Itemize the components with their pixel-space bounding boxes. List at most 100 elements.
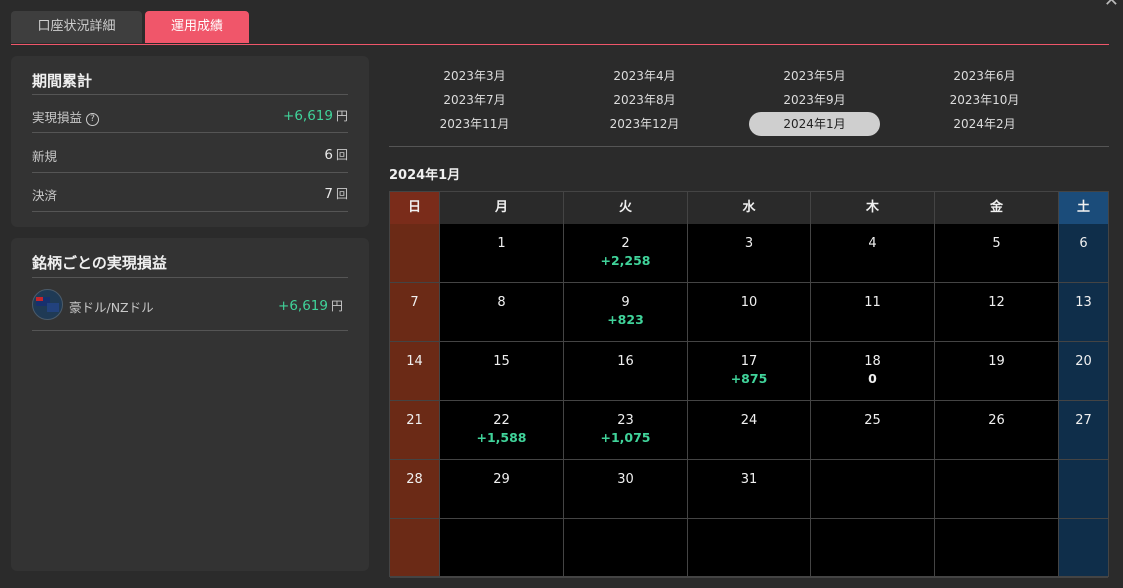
month-option[interactable]: 2023年8月	[579, 88, 710, 112]
weekday-monday: 月	[440, 192, 564, 224]
day-number: 3	[744, 236, 754, 251]
calendar-day-cell	[390, 224, 440, 283]
month-option[interactable]: 2023年7月	[409, 88, 540, 112]
calendar-day-cell: 4	[811, 224, 935, 283]
day-pnl: +823	[607, 312, 644, 327]
divider	[32, 211, 348, 212]
calendar-day-cell: 26	[935, 401, 1059, 460]
day-number: 4	[868, 236, 877, 251]
calendar-day-cell	[935, 460, 1059, 519]
day-number: 12	[988, 295, 1005, 310]
calendar-day-cell	[811, 519, 935, 578]
day-number: 14	[406, 354, 423, 369]
calendar-day-cell: 29	[440, 460, 564, 519]
calendar-day-cell: 1	[440, 224, 564, 283]
calendar-day-cell: 17 +875	[688, 342, 811, 401]
calendar-day-cell	[688, 519, 811, 578]
pnl-calendar: 日月火水木金土 1 2 +2,258 3 4 5 6 7 8 9 +823 10 11 12 13 14 15 16…	[389, 191, 1109, 578]
divider	[32, 277, 348, 278]
divider	[32, 132, 348, 133]
weekday-tuesday: 火	[564, 192, 688, 224]
realized-pnl-value: +6,619 円	[283, 108, 348, 124]
day-number: 15	[493, 354, 510, 369]
day-number: 1	[497, 236, 506, 251]
day-number: 27	[1075, 413, 1092, 428]
realized-pnl-label: 実現損益?	[32, 107, 100, 126]
calendar-day-cell: 21	[390, 401, 440, 460]
month-option[interactable]: 2024年1月	[749, 112, 880, 136]
calendar-day-cell: 14	[390, 342, 440, 401]
symbol-pnl-value: +6,619 円	[278, 298, 343, 314]
symbol-pnl-card: 銘柄ごとの実現損益 豪ドル/NZドル +6,619 円	[11, 238, 369, 571]
calendar-day-cell: 2 +2,258	[564, 224, 688, 283]
day-number: 2	[621, 236, 630, 251]
calendar-day-cell	[564, 519, 688, 578]
period-summary-title: 期間累計	[32, 72, 93, 90]
day-pnl: +1,588	[476, 430, 527, 445]
month-option[interactable]: 2023年3月	[409, 64, 540, 88]
day-number: 17	[740, 354, 758, 369]
calendar-day-cell: 9 +823	[564, 283, 688, 342]
period-summary-card: 期間累計 実現損益? +6,619 円 新規 6回 決済 7回	[11, 56, 369, 227]
divider	[389, 146, 1109, 147]
tab-account-details[interactable]: 口座状況詳細	[11, 11, 142, 43]
symbol-pnl-title: 銘柄ごとの実現損益	[32, 254, 167, 272]
calendar-day-cell: 16	[564, 342, 688, 401]
divider	[32, 94, 348, 95]
month-option[interactable]: 2024年2月	[919, 112, 1050, 136]
day-number: 24	[740, 413, 758, 428]
tab-performance[interactable]: 運用成績	[145, 11, 249, 43]
calendar-day-cell: 23 +1,075	[564, 401, 688, 460]
day-pnl: 0	[868, 371, 877, 386]
calendar-day-cell: 10	[688, 283, 811, 342]
day-pnl: +1,075	[600, 430, 651, 445]
month-option[interactable]: 2023年9月	[749, 88, 880, 112]
day-number: 31	[740, 472, 758, 487]
new-trades-value: 6回	[324, 147, 348, 163]
month-option[interactable]: 2023年12月	[579, 112, 710, 136]
help-icon[interactable]: ?	[86, 113, 100, 126]
aud-nzd-flag-icon	[32, 289, 63, 320]
day-number: 5	[992, 236, 1001, 251]
weekday-saturday: 土	[1059, 192, 1108, 224]
calendar-title: 2024年1月	[389, 168, 461, 183]
day-number: 6	[1079, 236, 1088, 251]
calendar-day-cell: 7	[390, 283, 440, 342]
day-number: 19	[988, 354, 1005, 369]
month-option[interactable]: 2023年10月	[919, 88, 1050, 112]
weekday-friday: 金	[935, 192, 1059, 224]
month-option[interactable]: 2023年6月	[919, 64, 1050, 88]
day-number: 30	[617, 472, 634, 487]
month-option[interactable]: 2023年5月	[749, 64, 880, 88]
calendar-day-cell: 28	[390, 460, 440, 519]
weekday-thursday: 木	[811, 192, 935, 224]
calendar-day-cell: 24	[688, 401, 811, 460]
day-pnl: +875	[730, 371, 768, 386]
settled-trades-label: 決済	[32, 188, 58, 203]
divider	[32, 172, 348, 173]
calendar-day-cell: 19	[935, 342, 1059, 401]
day-number: 25	[864, 413, 881, 428]
calendar-day-cell	[811, 460, 935, 519]
day-number: 16	[617, 354, 634, 369]
calendar-day-cell: 30	[564, 460, 688, 519]
day-number: 11	[864, 295, 881, 310]
month-option[interactable]: 2023年4月	[579, 64, 710, 88]
day-number: 13	[1075, 295, 1092, 310]
calendar-day-cell	[935, 519, 1059, 578]
symbol-name: 豪ドル/NZドル	[69, 300, 154, 315]
calendar-day-cell: 31	[688, 460, 811, 519]
new-trades-label: 新規	[32, 149, 58, 164]
day-number: 8	[497, 295, 506, 310]
tab-bar: 口座状況詳細 運用成績	[11, 11, 1109, 45]
calendar-day-cell: 8	[440, 283, 564, 342]
close-icon[interactable]: ✕	[1104, 0, 1119, 10]
calendar-day-cell	[1059, 460, 1108, 519]
calendar-day-cell: 15	[440, 342, 564, 401]
calendar-day-cell: 12	[935, 283, 1059, 342]
calendar-day-cell: 27	[1059, 401, 1108, 460]
day-number: 9	[621, 295, 630, 310]
calendar-day-cell: 13	[1059, 283, 1108, 342]
divider	[32, 330, 348, 331]
month-option[interactable]: 2023年11月	[409, 112, 540, 136]
